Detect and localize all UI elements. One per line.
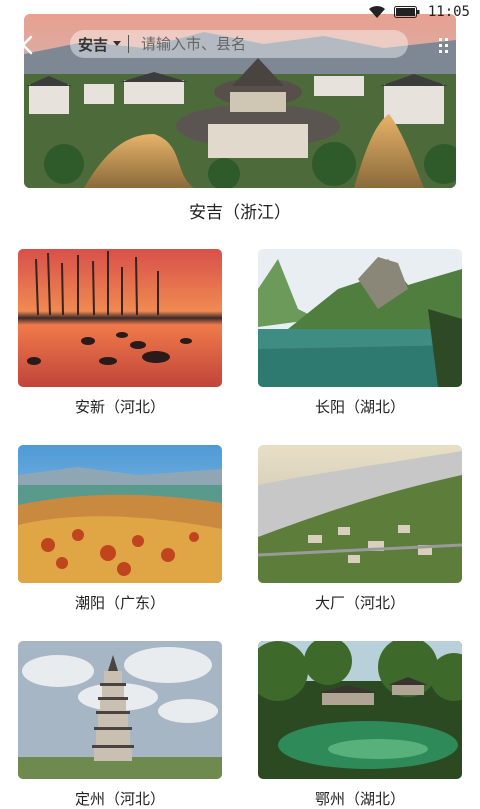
changyang-river-photo bbox=[258, 249, 462, 387]
destination-card[interactable]: 鄂州（湖北） bbox=[258, 641, 462, 808]
chevron-down-icon[interactable] bbox=[112, 40, 122, 48]
destination-image[interactable] bbox=[258, 641, 462, 779]
destination-card[interactable]: 安新（河北） bbox=[18, 249, 222, 416]
destination-label[interactable]: 长阳（湖北） bbox=[258, 396, 462, 416]
dingzhou-pagoda-photo bbox=[18, 641, 222, 779]
status-time: 11:05 bbox=[427, 4, 470, 20]
search-bar[interactable]: 安吉 bbox=[70, 30, 408, 58]
destination-card[interactable]: 大厂（河北） bbox=[258, 445, 462, 612]
destination-image[interactable] bbox=[18, 445, 222, 583]
back-arrow-icon[interactable] bbox=[16, 34, 38, 56]
destination-image[interactable] bbox=[258, 445, 462, 583]
destination-image[interactable] bbox=[18, 249, 222, 387]
destination-label[interactable]: 安新（河北） bbox=[18, 396, 222, 416]
destination-label[interactable]: 鄂州（湖北） bbox=[258, 788, 462, 808]
destination-label[interactable]: 大厂（河北） bbox=[258, 592, 462, 612]
search-divider bbox=[128, 35, 130, 53]
city-selector[interactable]: 安吉 bbox=[78, 34, 108, 55]
destination-label[interactable]: 定州（河北） bbox=[18, 788, 222, 808]
more-icon[interactable] bbox=[438, 36, 450, 54]
destination-card[interactable]: 长阳（湖北） bbox=[258, 249, 462, 416]
ezhou-garden-pond-photo bbox=[258, 641, 462, 779]
destination-card[interactable]: 潮阳（广东） bbox=[18, 445, 222, 612]
dachang-aerial-photo bbox=[258, 445, 462, 583]
anxin-swans-photo bbox=[18, 249, 222, 387]
status-bar: 11:05 bbox=[0, 0, 480, 24]
wifi-icon bbox=[368, 5, 385, 18]
search-input[interactable] bbox=[139, 34, 408, 54]
destination-card[interactable]: 定州（河北） bbox=[18, 641, 222, 808]
destination-image[interactable] bbox=[258, 249, 462, 387]
featured-destination-label[interactable]: 安吉（浙江） bbox=[0, 198, 480, 223]
chaoyang-hills-photo bbox=[18, 445, 222, 583]
destination-image[interactable] bbox=[18, 641, 222, 779]
destination-label[interactable]: 潮阳（广东） bbox=[18, 592, 222, 612]
battery-icon bbox=[393, 6, 420, 18]
